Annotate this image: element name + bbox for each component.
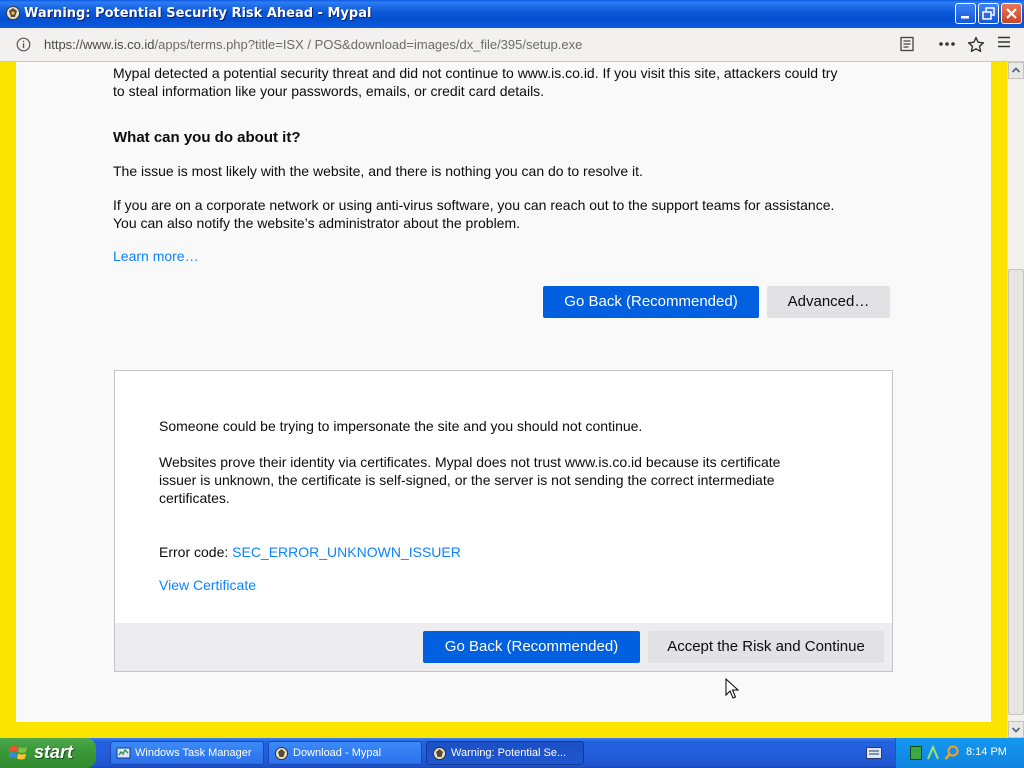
start-label: start — [34, 742, 74, 762]
network-icon[interactable] — [926, 745, 940, 761]
frame-left — [0, 62, 16, 738]
info-icon[interactable] — [16, 37, 31, 52]
corporate-line-1: If you are on a corporate network or usi… — [113, 197, 835, 213]
url-host: https://www.is.co.id — [44, 37, 155, 52]
mouse-cursor-icon — [725, 678, 739, 699]
error-page: Mypal detected a potential security thre… — [0, 62, 1007, 738]
intro-line-1: Mypal detected a potential security thre… — [113, 65, 838, 81]
go-back-button-secondary[interactable]: Go Back (Recommended) — [423, 631, 640, 663]
minimize-button[interactable] — [955, 3, 976, 24]
taskbar-item-task-manager[interactable]: Windows Task Manager — [110, 741, 264, 765]
navigation-bar: https://www.is.co.id/apps/terms.php?titl… — [0, 28, 1024, 62]
bookmark-star-icon[interactable] — [967, 36, 985, 53]
taskbar: start Windows Task Manager Download - My… — [0, 738, 1024, 768]
keyboard-icon[interactable] — [866, 747, 882, 759]
hamburger-menu-icon[interactable] — [997, 36, 1011, 48]
mypal-app-icon — [6, 6, 20, 20]
go-back-button[interactable]: Go Back (Recommended) — [543, 286, 759, 318]
close-button[interactable] — [1001, 3, 1022, 24]
error-code-label: Error code: — [159, 544, 229, 560]
scroll-down-arrow-icon — [1011, 727, 1021, 733]
advanced-panel: Someone could be trying to impersonate t… — [114, 370, 893, 672]
certificate-text: Websites prove their identity via certif… — [159, 453, 780, 507]
reader-view-icon[interactable] — [899, 36, 915, 52]
page-actions-icon[interactable] — [938, 37, 958, 51]
view-certificate-link[interactable]: View Certificate — [159, 576, 256, 594]
close-icon — [1006, 8, 1017, 19]
scroll-up-button[interactable] — [1008, 62, 1024, 79]
task-manager-icon — [116, 747, 131, 759]
taskbar-item-warning[interactable]: Warning: Potential Se... — [426, 741, 584, 765]
taskbar-item-download[interactable]: Download - Mypal — [268, 741, 422, 765]
tray-app-icon[interactable] — [910, 746, 922, 760]
taskbar-item-label: Download - Mypal — [293, 747, 382, 759]
certificate-line-3: certificates. — [159, 490, 230, 506]
taskbar-item-label: Windows Task Manager — [135, 747, 252, 759]
url-bar[interactable]: https://www.is.co.id/apps/terms.php?titl… — [6, 31, 990, 58]
accept-risk-button[interactable]: Accept the Risk and Continue — [648, 631, 884, 663]
error-code-row: Error code: SEC_ERROR_UNKNOWN_ISSUER — [159, 543, 461, 561]
url-text[interactable]: https://www.is.co.id/apps/terms.php?titl… — [44, 37, 582, 52]
what-heading: What can you do about it? — [113, 129, 301, 146]
mypal-icon — [275, 747, 288, 760]
search-icon[interactable] — [944, 745, 960, 761]
minimize-icon — [961, 16, 969, 19]
error-code-link[interactable]: SEC_ERROR_UNKNOWN_ISSUER — [232, 544, 461, 560]
what-text: The issue is most likely with the websit… — [113, 163, 643, 179]
corporate-text: If you are on a corporate network or usi… — [113, 196, 834, 232]
start-button[interactable]: start — [0, 738, 96, 768]
impersonate-text: Someone could be trying to impersonate t… — [159, 418, 643, 434]
frame-bottom — [0, 722, 1007, 738]
title-bar[interactable]: Warning: Potential Security Risk Ahead -… — [0, 0, 1024, 28]
restore-icon — [982, 7, 995, 20]
certificate-line-2: issuer is unknown, the certificate is se… — [159, 472, 775, 488]
scroll-up-arrow-icon — [1011, 67, 1021, 73]
learn-more-link[interactable]: Learn more… — [113, 247, 199, 265]
system-tray: 8:14 PM — [895, 738, 1024, 768]
window-title: Warning: Potential Security Risk Ahead -… — [24, 6, 372, 21]
advanced-panel-footer: Go Back (Recommended) Accept the Risk an… — [115, 623, 892, 671]
mypal-icon — [433, 747, 446, 760]
scroll-down-button[interactable] — [1008, 721, 1024, 738]
scroll-thumb[interactable] — [1008, 269, 1024, 715]
frame-right — [991, 62, 1007, 738]
intro-text: Mypal detected a potential security thre… — [113, 64, 837, 100]
corporate-line-2: You can also notify the website’s admini… — [113, 215, 521, 231]
intro-line-2: to steal information like your passwords… — [113, 83, 545, 99]
taskbar-item-label: Warning: Potential Se... — [451, 747, 567, 759]
certificate-line-1: Websites prove their identity via certif… — [159, 454, 781, 470]
restore-button[interactable] — [978, 3, 999, 24]
vertical-scrollbar[interactable] — [1007, 62, 1024, 738]
windows-logo-icon — [9, 746, 27, 760]
url-path: /apps/terms.php?title=ISX / POS&download… — [154, 37, 583, 52]
clock: 8:14 PM — [966, 746, 1007, 758]
advanced-button[interactable]: Advanced… — [767, 286, 890, 318]
